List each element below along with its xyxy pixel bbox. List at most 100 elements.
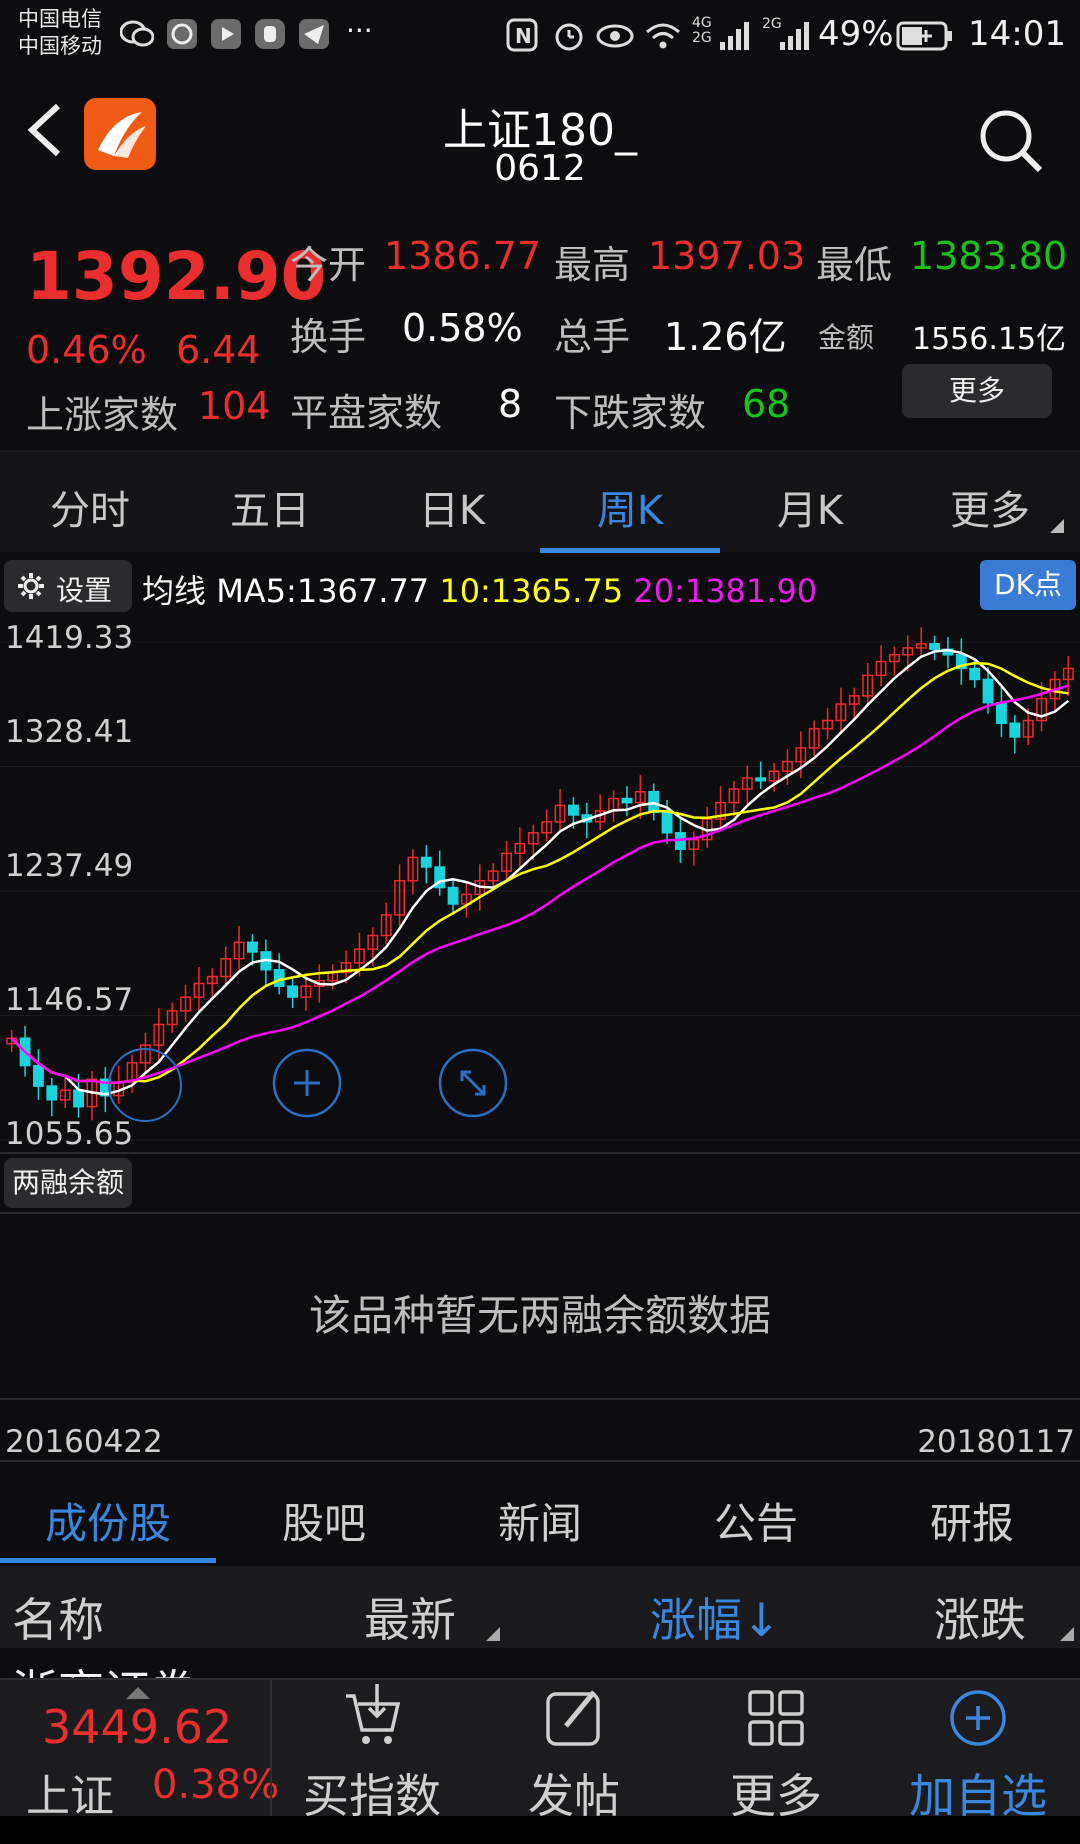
tab-intraday[interactable]: 分时 <box>0 478 180 536</box>
index-code: 0612 <box>494 148 586 189</box>
column-change[interactable]: 涨跌 <box>934 1584 1026 1650</box>
divider <box>0 1212 1080 1214</box>
quote-more-button[interactable]: 更多 <box>902 364 1052 418</box>
y-tick-label: 1055.65 <box>5 1116 134 1152</box>
signal-icon-2 <box>778 18 810 52</box>
candle-down <box>273 968 285 987</box>
turnover-value: 0.58% <box>402 306 523 350</box>
candle-down <box>755 777 767 782</box>
carrier-2: 中国移动 <box>18 34 102 58</box>
divider <box>0 1152 1080 1154</box>
amount-label: 金额 <box>818 321 875 354</box>
active-tab-indicator <box>540 548 720 553</box>
add-circle-icon <box>878 1684 1078 1752</box>
sh-index-name: 上证 <box>26 1771 114 1822</box>
turnover-label: 换手 <box>290 315 367 359</box>
quote-panel: 1392.90 0.46% 6.44 上涨家数 104 今开 1386.77 最… <box>0 200 1080 450</box>
low-value: 1383.80 <box>910 234 1068 278</box>
clock: 14:01 <box>968 14 1066 54</box>
column-latest[interactable]: 最新 <box>364 1584 456 1650</box>
candle-down <box>73 1089 84 1108</box>
down-count: 68 <box>742 382 791 426</box>
settings-button[interactable]: 设置 <box>4 560 132 612</box>
tab-daily-k[interactable]: 日K <box>362 478 542 536</box>
alarm-icon <box>552 18 586 52</box>
y-tick-label: 1419.33 <box>5 620 134 656</box>
candle-down <box>46 1085 58 1101</box>
expand-caret-icon[interactable] <box>126 1684 150 1699</box>
volume-value: 1.26亿 <box>664 315 787 359</box>
candle-down <box>1009 722 1021 738</box>
column-name[interactable]: 名称 <box>12 1584 104 1650</box>
chart-cursor-button[interactable] <box>108 1048 182 1122</box>
x-end-date: 20180117 <box>917 1424 1075 1460</box>
ma-legend: 均线 MA5:1367.77 10:1365.75 20:1381.90 <box>142 566 817 612</box>
send-app-icon <box>298 18 330 50</box>
ma-line-ma10 <box>10 661 1069 1084</box>
browser-icon <box>166 18 198 50</box>
tab-monthly-k[interactable]: 月K <box>720 478 900 536</box>
flat-count-label: 平盘家数 <box>290 391 443 435</box>
sh-index-value[interactable]: 3449.62 <box>42 1700 232 1754</box>
flat-count: 8 <box>498 382 523 426</box>
battery-percent: 49% <box>818 14 894 54</box>
candle-down <box>621 797 633 804</box>
hand-app-icon <box>254 18 286 50</box>
candle-down <box>247 941 258 953</box>
zoom-in-icon[interactable] <box>272 1048 342 1118</box>
grid-icon <box>676 1684 876 1752</box>
ma5-value: MA5:1367.77 <box>216 572 430 610</box>
fullscreen-icon[interactable] <box>438 1048 508 1118</box>
open-value: 1386.77 <box>384 234 542 278</box>
margin-balance-chip[interactable]: 两融余额 <box>4 1158 132 1208</box>
search-icon[interactable] <box>978 108 1044 174</box>
open-label: 今开 <box>290 243 367 287</box>
nfc-icon: N <box>506 18 538 52</box>
sh-index-change: 0.38% <box>152 1762 280 1808</box>
y-tick-label: 1146.57 <box>5 982 134 1018</box>
low-label: 最低 <box>816 243 893 287</box>
back-arrow-icon[interactable] <box>22 100 66 160</box>
change-value: 6.44 <box>176 328 261 372</box>
candle-down <box>33 1064 44 1087</box>
tab-more-triangle-icon <box>1050 518 1064 533</box>
ma10-value: 10:1365.75 <box>439 572 624 610</box>
y-tick-label: 1328.41 <box>5 714 134 750</box>
table-header <box>0 1566 1080 1648</box>
candle-down <box>568 804 579 816</box>
status-bar: 中国电信 中国移动 ··· N 4G 2G 2G 49% 14:01 <box>0 0 1080 72</box>
tab-five-day[interactable]: 五日 <box>180 478 360 536</box>
divider <box>0 1398 1080 1400</box>
tab-announcements[interactable]: 公告 <box>648 1490 864 1551</box>
candle-down <box>929 643 940 651</box>
divider <box>0 1460 1080 1462</box>
ma20-value: 20:1381.90 <box>633 572 818 610</box>
candle-down <box>982 678 994 704</box>
stock-name: 浙商证券 <box>12 1656 196 1678</box>
table-row[interactable]: 浙商证券 <box>0 1650 1080 1678</box>
tab-forum[interactable]: 股吧 <box>216 1490 432 1551</box>
amount-value: 1556.15亿 <box>912 322 1067 357</box>
last-price: 1392.90 <box>26 238 327 315</box>
video-app-icon <box>210 18 242 50</box>
candle-down <box>969 667 981 681</box>
candle-down <box>447 886 459 905</box>
x-start-date: 20160422 <box>5 1424 163 1460</box>
volume-label: 总手 <box>554 315 631 359</box>
tab-news[interactable]: 新闻 <box>432 1490 648 1551</box>
active-bottom-tab-indicator <box>0 1558 216 1563</box>
system-nav-bar <box>0 1816 1080 1844</box>
tab-research[interactable]: 研报 <box>864 1490 1080 1551</box>
column-change-percent[interactable]: 涨幅↓ <box>650 1584 781 1650</box>
empty-margin-message: 该品种暂无两融余额数据 <box>308 1291 771 1340</box>
up-count: 104 <box>198 384 271 428</box>
tab-weekly-k[interactable]: 周K <box>540 478 720 536</box>
eye-care-icon <box>596 22 634 50</box>
tab-constituents[interactable]: 成份股 <box>0 1490 216 1551</box>
ma-line-ma20 <box>10 684 1069 1084</box>
candle-down <box>996 701 1007 724</box>
compose-icon <box>474 1684 674 1752</box>
app-header: 上证180_ 0612 <box>0 72 1080 192</box>
network-type-1: 4G <box>692 15 712 31</box>
dk-point-button[interactable]: DK点 <box>980 560 1076 610</box>
